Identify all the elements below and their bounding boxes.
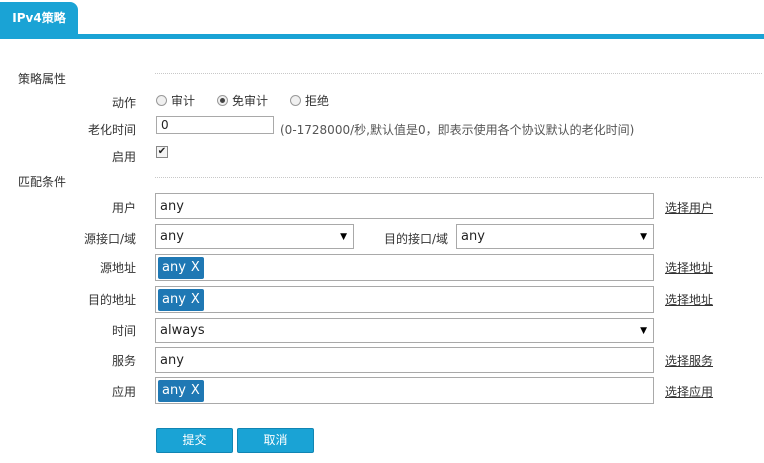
service-value: any [160, 352, 184, 368]
radio-no-audit-label: 免审计 [232, 94, 269, 108]
tab-bar: IPv4策略 [0, 0, 764, 39]
section-title-policy: 策略属性 [18, 72, 67, 86]
radio-audit[interactable]: 审计 [156, 92, 195, 109]
dropdown-arrow-icon: ▼ [640, 325, 647, 336]
remove-chip-icon[interactable]: X [191, 260, 200, 275]
remove-chip-icon[interactable]: X [191, 383, 200, 398]
radio-no-audit-icon[interactable] [217, 95, 229, 106]
dst-addr-field[interactable]: any X [155, 286, 654, 313]
src-addr-label: 源地址 [99, 261, 136, 275]
select-app-link[interactable]: 选择应用 [665, 383, 713, 400]
user-field[interactable]: any [155, 193, 654, 219]
select-dst-addr-link[interactable]: 选择地址 [665, 291, 713, 308]
time-label: 时间 [111, 324, 136, 338]
tab-ipv4-policy[interactable]: IPv4策略 [0, 2, 78, 34]
radio-deny-label: 拒绝 [305, 94, 330, 108]
dst-if-label: 目的接口/域 [383, 232, 448, 246]
section-title-match: 匹配条件 [18, 175, 67, 189]
action-label: 动作 [111, 96, 136, 110]
app-field[interactable]: any X [155, 377, 654, 404]
time-select[interactable]: always ▼ [155, 318, 654, 343]
cancel-button[interactable]: 取消 [237, 428, 314, 453]
aging-label: 老化时间 [87, 123, 136, 137]
app-chip: any X [158, 379, 204, 402]
src-addr-chip-label: any [162, 260, 186, 275]
dst-addr-label: 目的地址 [87, 293, 136, 307]
src-if-value: any [160, 229, 184, 244]
service-field[interactable]: any [155, 347, 654, 373]
radio-audit-icon[interactable] [156, 95, 167, 106]
select-service-link[interactable]: 选择服务 [665, 352, 713, 369]
dst-addr-chip: any X [158, 288, 204, 311]
submit-button[interactable]: 提交 [156, 428, 233, 453]
enable-label: 启用 [111, 150, 136, 164]
service-label: 服务 [111, 354, 136, 368]
time-value: always [160, 323, 205, 338]
src-addr-field[interactable]: any X [155, 254, 654, 281]
app-chip-label: any [162, 383, 186, 398]
aging-time-input[interactable] [156, 116, 274, 134]
dst-if-value: any [461, 229, 485, 244]
dropdown-arrow-icon: ▼ [640, 231, 647, 242]
dst-if-select[interactable]: any ▼ [456, 224, 654, 249]
src-addr-chip: any X [158, 256, 204, 279]
src-if-label: 源接口/域 [83, 232, 136, 246]
radio-deny[interactable]: 拒绝 [290, 92, 329, 109]
app-label: 应用 [111, 385, 136, 399]
dst-addr-chip-label: any [162, 292, 186, 307]
section-divider [155, 177, 762, 178]
aging-hint: (0-1728000/秒,默认值是0，即表示使用各个协议默认的老化时间) [280, 123, 635, 137]
user-label: 用户 [111, 201, 136, 215]
select-user-link[interactable]: 选择用户 [665, 199, 713, 216]
user-value: any [160, 198, 184, 214]
enable-checkbox[interactable]: ✔ [156, 146, 168, 158]
check-mark-icon: ✔ [157, 146, 167, 157]
section-divider [155, 73, 762, 74]
radio-deny-icon[interactable] [290, 95, 302, 106]
select-src-addr-link[interactable]: 选择地址 [665, 259, 713, 276]
radio-no-audit[interactable]: 免审计 [217, 92, 268, 109]
remove-chip-icon[interactable]: X [191, 292, 200, 307]
radio-audit-label: 审计 [171, 94, 196, 108]
action-radio-group: 审计 免审计 拒绝 [156, 92, 351, 109]
